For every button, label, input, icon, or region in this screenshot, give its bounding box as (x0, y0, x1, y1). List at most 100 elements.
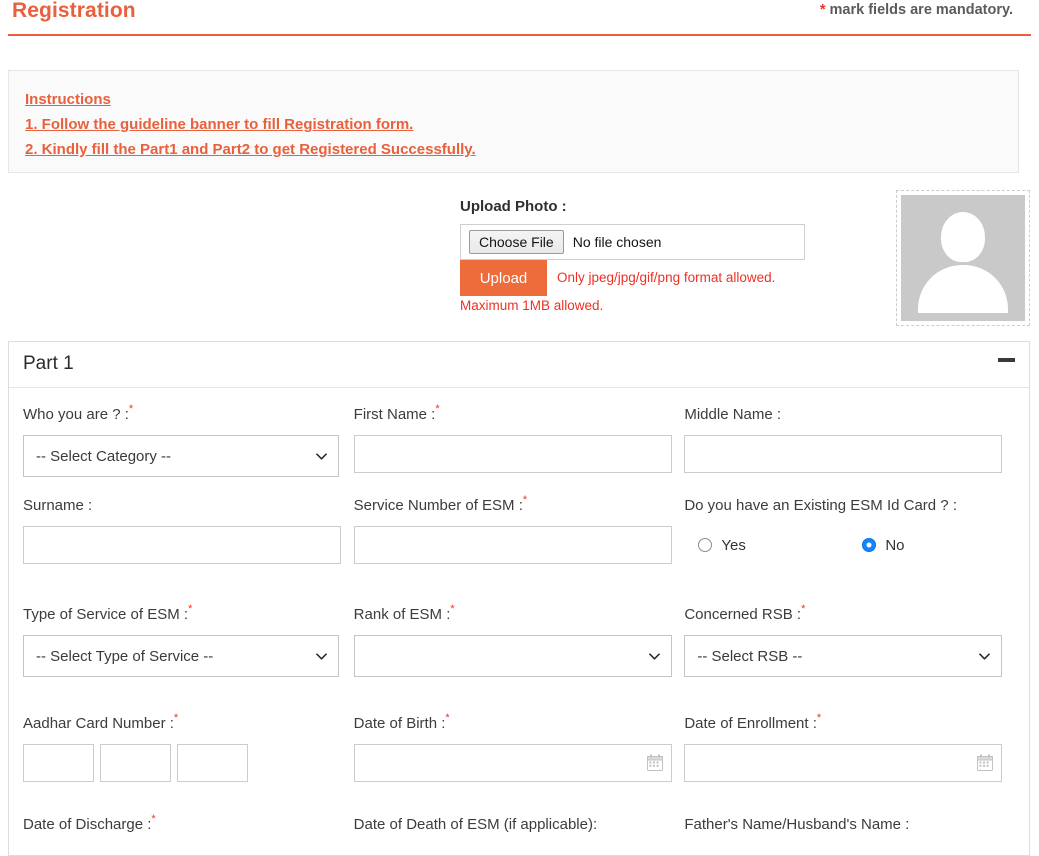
date-of-birth-input[interactable] (354, 744, 672, 782)
required-asterisk: * (174, 712, 178, 724)
label-date-of-discharge-text: Date of Discharge : (23, 816, 151, 833)
field-date-of-discharge: Date of Discharge :* (23, 810, 354, 849)
instruction-line-1[interactable]: 1. Follow the guideline banner to fill R… (25, 112, 413, 137)
upload-button[interactable]: Upload (460, 260, 547, 296)
upload-photo-label: Upload Photo : (460, 198, 806, 215)
form-col-father-husband-name: Father's Name/Husband's Name : (684, 810, 1015, 849)
label-aadhar-text: Aadhar Card Number : (23, 715, 174, 732)
instructions-panel: Instructions 1. Follow the guideline ban… (8, 70, 1019, 173)
form-col-type-of-service: Type of Service of ESM :* -- Select Type… (23, 600, 354, 691)
file-input-row[interactable]: Choose File No file chosen (460, 224, 805, 260)
radio-label-no: No (885, 537, 904, 554)
part1-panel: Part 1 Who you are ? :* -- Select Catego… (8, 341, 1030, 856)
minus-icon[interactable] (998, 358, 1015, 362)
form-row-1: Who you are ? :* -- Select Category -- (23, 400, 1015, 491)
label-date-of-enrollment-text: Date of Enrollment : (684, 715, 817, 732)
form-row-5: Date of Discharge :* Date of Death of ES… (23, 810, 1015, 849)
photo-preview-frame (896, 190, 1030, 326)
required-asterisk: * (523, 494, 527, 506)
field-date-of-enrollment: Date of Enrollment :* (684, 709, 1015, 796)
upload-format-note: Only jpeg/jpg/gif/png format allowed. (557, 260, 775, 296)
service-number-input[interactable] (354, 526, 672, 564)
part1-title: Part 1 (23, 353, 74, 374)
required-asterisk: * (817, 712, 821, 724)
required-asterisk: * (445, 712, 449, 724)
label-middle-name: Middle Name : (684, 400, 1015, 425)
form-col-service-number: Service Number of ESM :* (354, 491, 685, 578)
upload-photo-section: Upload Photo : Choose File No file chose… (460, 198, 806, 313)
required-asterisk: * (435, 403, 439, 415)
first-name-input[interactable] (354, 435, 672, 473)
form-col-surname: Surname : (23, 491, 354, 578)
required-asterisk: * (450, 603, 454, 615)
field-date-of-death: Date of Death of ESM (if applicable): (354, 810, 685, 849)
avatar-body-shape (918, 265, 1008, 313)
field-service-number: Service Number of ESM :* (354, 491, 685, 578)
label-existing-esm-id-card-text: Do you have an Existing ESM Id Card ? : (684, 497, 957, 514)
select-wrap-concerned-rsb: -- Select RSB -- (684, 635, 1002, 677)
radio-option-yes[interactable]: Yes (698, 537, 862, 554)
label-surname: Surname : (23, 491, 354, 516)
radio-label-yes: Yes (721, 537, 745, 554)
form-col-first-name: First Name :* (354, 400, 685, 491)
label-date-of-death-text: Date of Death of ESM (if applicable): (354, 816, 597, 833)
part1-panel-header[interactable]: Part 1 (9, 342, 1029, 388)
date-of-enrollment-input[interactable] (684, 744, 1002, 782)
aadhar-part3-input[interactable] (177, 744, 248, 782)
date-of-enrollment-wrap (684, 744, 1002, 782)
label-rank-of-esm: Rank of ESM :* (354, 600, 685, 625)
radio-option-no[interactable]: No (862, 537, 904, 554)
aadhar-part1-input[interactable] (23, 744, 94, 782)
select-wrap-who-you-are: -- Select Category -- (23, 435, 339, 477)
type-of-service-select[interactable]: -- Select Type of Service -- (23, 635, 339, 677)
who-you-are-select[interactable]: -- Select Category -- (23, 435, 339, 477)
field-first-name: First Name :* (354, 400, 685, 487)
field-surname: Surname : (23, 491, 354, 578)
instruction-line-2[interactable]: 2. Kindly fill the Part1 and Part2 to ge… (25, 137, 476, 162)
label-service-number: Service Number of ESM :* (354, 491, 685, 516)
required-asterisk: * (151, 813, 155, 825)
middle-name-input[interactable] (684, 435, 1002, 473)
field-existing-esm-id-card: Do you have an Existing ESM Id Card ? : … (684, 491, 1015, 578)
field-date-of-birth: Date of Birth :* (354, 709, 685, 796)
file-status-text: No file chosen (573, 234, 662, 250)
choose-file-button[interactable]: Choose File (469, 230, 564, 254)
rank-of-esm-select[interactable] (354, 635, 672, 677)
mandatory-note-text: mark fields are mandatory. (825, 2, 1013, 18)
form-col-concerned-rsb: Concerned RSB :* -- Select RSB -- (684, 600, 1015, 691)
avatar-head-shape (941, 212, 985, 262)
form-col-rank-of-esm: Rank of ESM :* (354, 600, 685, 691)
radio-circle-selected-icon[interactable] (862, 538, 876, 552)
page-header: Registration * mark fields are mandatory… (8, 0, 1031, 36)
label-father-husband-name-text: Father's Name/Husband's Name : (684, 816, 909, 833)
label-surname-text: Surname : (23, 497, 92, 514)
existing-esm-id-radio-group: Yes No (684, 526, 1015, 564)
concerned-rsb-select[interactable]: -- Select RSB -- (684, 635, 1002, 677)
label-date-of-birth-text: Date of Birth : (354, 715, 446, 732)
radio-circle-icon[interactable] (698, 538, 712, 552)
label-type-of-service: Type of Service of ESM :* (23, 600, 354, 625)
form-col-existing-esm-id: Do you have an Existing ESM Id Card ? : … (684, 491, 1015, 578)
mandatory-fields-note: * mark fields are mandatory. (820, 2, 1013, 18)
label-middle-name-text: Middle Name : (684, 406, 781, 423)
form-col-date-of-death: Date of Death of ESM (if applicable): (354, 810, 685, 849)
instructions-heading[interactable]: Instructions (25, 87, 111, 112)
label-date-of-birth: Date of Birth :* (354, 709, 685, 734)
field-rank-of-esm: Rank of ESM :* (354, 600, 685, 691)
label-aadhar-card-number: Aadhar Card Number :* (23, 709, 354, 734)
aadhar-part2-input[interactable] (100, 744, 171, 782)
select-wrap-rank-of-esm (354, 635, 672, 677)
form-row-3: Type of Service of ESM :* -- Select Type… (23, 600, 1015, 691)
field-father-husband-name: Father's Name/Husband's Name : (684, 810, 1015, 849)
label-date-of-enrollment: Date of Enrollment :* (684, 709, 1015, 734)
surname-input[interactable] (23, 526, 341, 564)
label-existing-esm-id-card: Do you have an Existing ESM Id Card ? : (684, 491, 1015, 516)
label-who-you-are-text: Who you are ? : (23, 406, 129, 423)
field-middle-name: Middle Name : (684, 400, 1015, 487)
part1-panel-body: Who you are ? :* -- Select Category -- (9, 388, 1029, 855)
label-first-name-text: First Name : (354, 406, 436, 423)
form-row-4: Aadhar Card Number :* Date of Birth :* (23, 709, 1015, 796)
label-rank-of-esm-text: Rank of ESM : (354, 606, 451, 623)
required-asterisk: * (129, 403, 133, 415)
label-service-number-text: Service Number of ESM : (354, 497, 523, 514)
